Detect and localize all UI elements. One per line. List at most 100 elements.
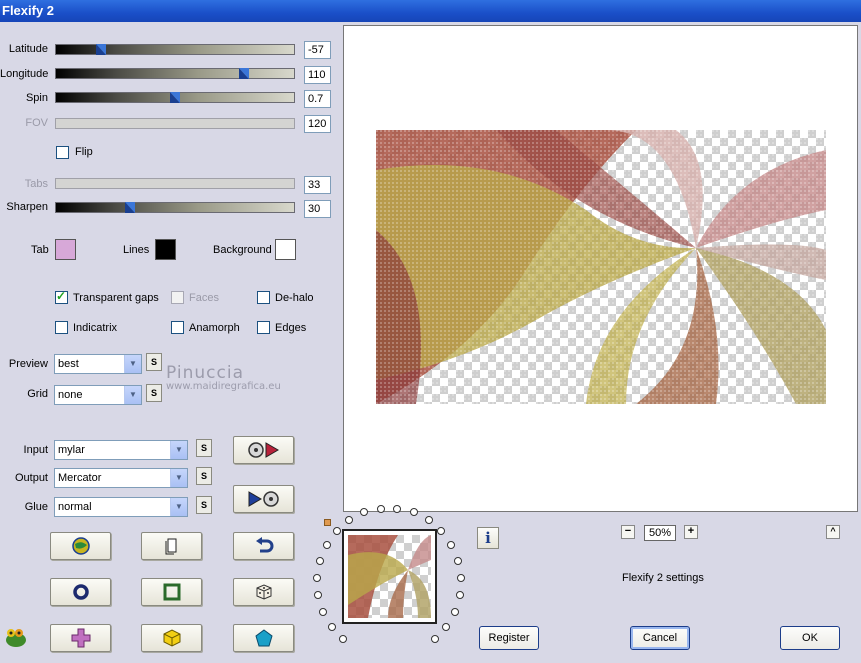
navigator-dot: [332, 527, 341, 536]
preview-image: [376, 130, 826, 404]
output-select-label: Output: [14, 472, 48, 484]
grid-s-button[interactable]: S: [146, 384, 162, 402]
caret-up-icon: ^: [830, 526, 836, 536]
background-color-swatch[interactable]: [275, 239, 296, 260]
copy-button[interactable]: [141, 532, 202, 560]
navigator-thumbnail[interactable]: [342, 529, 437, 624]
output-s-button[interactable]: S: [196, 467, 212, 485]
page-icon: [165, 538, 176, 555]
settings-caption: Flexify 2 settings: [622, 572, 704, 584]
info-button[interactable]: i: [477, 527, 499, 549]
anamorph-checkbox[interactable]: [171, 321, 184, 334]
sharpen-value-field[interactable]: 30: [304, 200, 331, 218]
preview-select-label: Preview: [8, 358, 48, 370]
input-s-button[interactable]: S: [196, 439, 212, 457]
play-to-disc-icon: [248, 491, 279, 507]
faces-checkbox: [171, 291, 184, 304]
globe-icon: [71, 537, 90, 555]
plus-shape-button[interactable]: [50, 624, 111, 652]
grid-select-label: Grid: [27, 388, 48, 400]
navigator-dot: [455, 591, 464, 600]
transparent-gaps-label: Transparent gaps: [73, 292, 159, 304]
ring-button[interactable]: [50, 578, 111, 606]
anamorph-label: Anamorph: [189, 322, 240, 334]
input-select[interactable]: mylar ▼: [54, 440, 188, 460]
collapse-button[interactable]: ^: [826, 525, 840, 539]
navigator-dot: [424, 516, 433, 525]
preview-select-value: best: [58, 358, 79, 370]
preview-s-button[interactable]: S: [146, 353, 162, 371]
longitude-slider[interactable]: [55, 68, 295, 79]
latitude-value-field[interactable]: -57: [304, 41, 331, 59]
glue-select[interactable]: normal ▼: [54, 497, 188, 517]
zoom-in-button[interactable]: +: [684, 525, 698, 539]
lines-color-swatch[interactable]: [155, 239, 176, 260]
fov-slider: [55, 118, 295, 129]
latitude-slider[interactable]: [55, 44, 295, 55]
frog-logo-icon: [4, 625, 28, 652]
de-halo-label: De-halo: [275, 292, 314, 304]
zoom-out-button[interactable]: −: [621, 525, 635, 539]
chevron-down-icon: ▼: [170, 469, 187, 487]
longitude-value-field[interactable]: 110: [304, 66, 331, 84]
latitude-slider-thumb[interactable]: [96, 44, 107, 55]
sharpen-slider-thumb[interactable]: [124, 202, 135, 213]
load-preset-button[interactable]: [233, 436, 294, 464]
preview-select[interactable]: best ▼: [54, 354, 142, 374]
glue-select-label: Glue: [24, 501, 48, 513]
longitude-slider-thumb[interactable]: [239, 68, 250, 79]
tab-color-swatch[interactable]: [55, 239, 76, 260]
save-preset-button[interactable]: [233, 485, 294, 513]
pentagon-button[interactable]: [233, 624, 294, 652]
zoom-level: 50%: [644, 525, 676, 541]
randomize-button[interactable]: [233, 578, 294, 606]
lines-color-label: Lines: [123, 244, 150, 256]
navigator-dot: [315, 557, 324, 566]
indicatrix-label: Indicatrix: [73, 322, 118, 334]
edges-checkbox[interactable]: [257, 321, 270, 334]
input-select-value: mylar: [58, 444, 85, 456]
de-halo-checkbox[interactable]: [257, 291, 270, 304]
indicatrix-checkbox[interactable]: [55, 321, 68, 334]
square-frame-button[interactable]: [141, 578, 202, 606]
chevron-down-icon: ▼: [124, 386, 141, 404]
globe-button[interactable]: [50, 532, 111, 560]
spin-label: Spin: [25, 92, 48, 104]
grid-select[interactable]: none ▼: [54, 385, 142, 405]
spin-slider-thumb[interactable]: [170, 92, 180, 103]
fov-value-field: 120: [304, 115, 331, 133]
pentagon-icon: [254, 629, 273, 647]
glue-s-button[interactable]: S: [196, 496, 212, 514]
tabs-value-field: 33: [304, 176, 331, 194]
flip-checkbox[interactable]: [56, 146, 69, 159]
faces-label: Faces: [189, 292, 219, 304]
output-select[interactable]: Mercator ▼: [54, 468, 188, 488]
navigator-handle[interactable]: [324, 519, 331, 526]
glue-select-value: normal: [58, 501, 92, 513]
cancel-button[interactable]: Cancel: [630, 626, 690, 650]
tab-color-label: Tab: [31, 244, 49, 256]
window-title-bar: Flexify 2: [0, 0, 861, 22]
tabs-slider: [55, 178, 295, 189]
longitude-label: Longitude: [0, 68, 49, 80]
sharpen-slider[interactable]: [55, 202, 295, 213]
navigator-dot: [450, 607, 459, 616]
ok-button[interactable]: OK: [780, 626, 840, 650]
spin-value-field[interactable]: 0.7: [304, 90, 331, 108]
cube-button[interactable]: [141, 624, 202, 652]
input-select-label: Input: [23, 444, 48, 456]
ring-icon: [72, 584, 89, 600]
window-title: Flexify 2: [2, 3, 55, 18]
cube-icon: [163, 629, 180, 647]
square-frame-icon: [163, 583, 180, 601]
fov-label: FOV: [25, 117, 48, 129]
undo-button[interactable]: [233, 532, 294, 560]
transparent-gaps-checkbox[interactable]: [55, 289, 68, 304]
spin-slider[interactable]: [55, 92, 295, 103]
undo-arrow-icon: [255, 537, 273, 553]
dice-icon: [256, 584, 271, 600]
chevron-down-icon: ▼: [124, 355, 141, 373]
register-button[interactable]: Register: [479, 626, 539, 650]
background-color-label: Background: [213, 244, 272, 256]
navigator-dot: [393, 504, 402, 513]
